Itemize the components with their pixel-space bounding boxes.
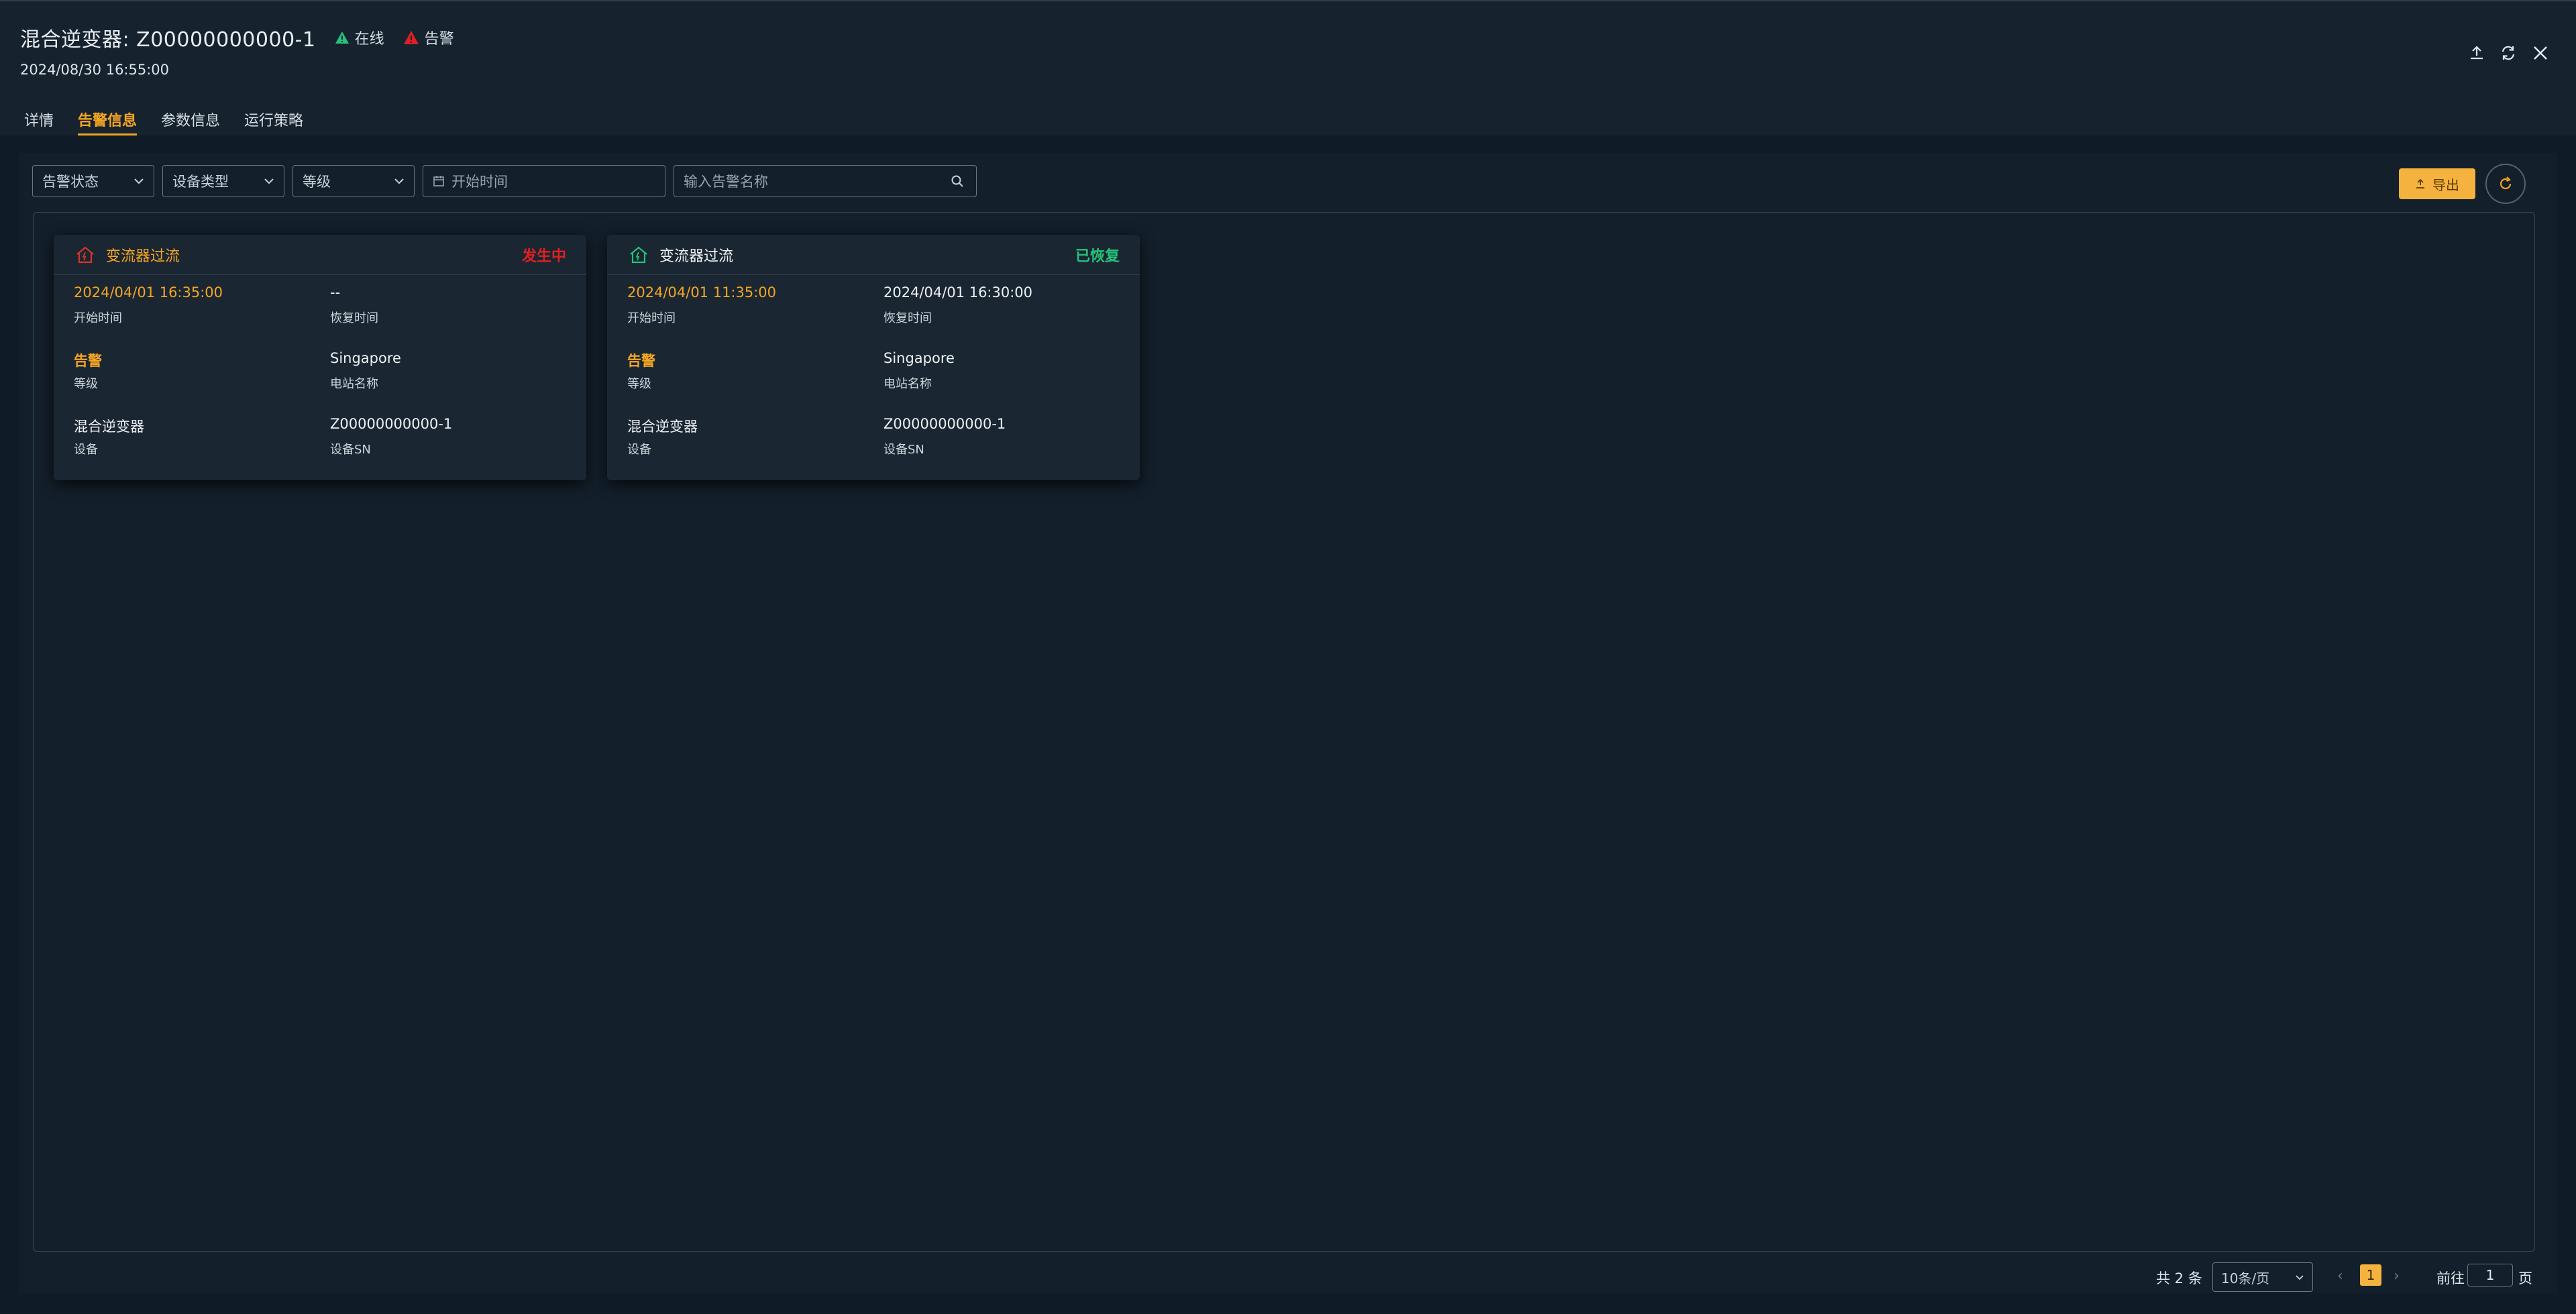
alarm-status-label: 告警 bbox=[424, 31, 454, 48]
alarm-name: 变流器过流 bbox=[75, 244, 180, 266]
sn-field: Z00000000000-1 设备SN bbox=[330, 416, 572, 457]
level-label: 等级 bbox=[627, 377, 651, 391]
datetime: 2024/08/30 16:55:00 bbox=[20, 62, 170, 78]
level-select-label: 等级 bbox=[303, 174, 331, 190]
station-value: Singapore bbox=[330, 350, 401, 366]
refresh-icon bbox=[2500, 176, 2512, 190]
level-label: 等级 bbox=[74, 377, 98, 391]
level-field: 告警 等级 bbox=[627, 350, 869, 392]
station-label: 电站名称 bbox=[883, 377, 932, 391]
online-status-label: 在线 bbox=[354, 31, 384, 48]
prev-page-icon[interactable]: ‹ bbox=[2337, 1268, 2343, 1284]
start-time-value: 2024/04/01 11:35:00 bbox=[627, 284, 777, 300]
title-row: 混合逆变器: Z00000000000-1 在线 告警 bbox=[20, 24, 454, 52]
device-field: 混合逆变器 设备 bbox=[627, 416, 869, 457]
alarm-name-label: 变流器过流 bbox=[106, 248, 180, 265]
sn-label: 设备SN bbox=[330, 443, 371, 457]
level-select[interactable]: 等级 bbox=[292, 165, 415, 197]
alarm-status-select-label: 告警状态 bbox=[42, 174, 99, 190]
alarm-warning-icon bbox=[403, 31, 419, 44]
station-field: Singapore 电站名称 bbox=[883, 350, 1125, 392]
alarm-status-badge: 已恢复 bbox=[1075, 248, 1120, 265]
alarm-name-label: 变流器过流 bbox=[659, 248, 734, 265]
search-icon[interactable] bbox=[951, 174, 964, 188]
chevron-down-icon bbox=[264, 178, 274, 184]
chevron-down-icon bbox=[2296, 1274, 2304, 1280]
next-page-icon[interactable]: › bbox=[2394, 1268, 2400, 1284]
chevron-down-icon bbox=[394, 178, 404, 184]
goto-page-input[interactable]: 1 bbox=[2467, 1264, 2513, 1286]
device-value: 混合逆变器 bbox=[627, 419, 698, 435]
refresh-button[interactable] bbox=[2485, 164, 2526, 204]
recover-time-label: 恢复时间 bbox=[330, 311, 378, 325]
alarm-name: 变流器过流 bbox=[629, 244, 733, 266]
level-field: 告警 等级 bbox=[74, 350, 315, 392]
station-label: 电站名称 bbox=[330, 377, 378, 391]
recover-time-field: 2024/04/01 16:30:00 恢复时间 bbox=[883, 284, 1125, 326]
page-title: 混合逆变器: Z00000000000-1 bbox=[20, 28, 316, 52]
start-time-field: 2024/04/01 11:35:00 开始时间 bbox=[627, 284, 869, 326]
sn-label: 设备SN bbox=[883, 443, 924, 457]
upload-icon[interactable] bbox=[2469, 45, 2485, 61]
sn-field: Z00000000000-1 设备SN bbox=[883, 416, 1125, 457]
export-icon bbox=[2416, 178, 2424, 188]
recover-time-value: -- bbox=[330, 284, 341, 300]
page-word: 页 bbox=[2518, 1270, 2532, 1286]
level-value: 告警 bbox=[74, 353, 102, 369]
tab-details[interactable]: 详情 bbox=[24, 109, 54, 135]
pagination: 共 2 条 10条/页 ‹ 1 › 前往 1 页 bbox=[0, 1262, 2576, 1292]
alarm-card-header: 变流器过流 已恢复 bbox=[607, 235, 1140, 275]
recover-time-value: 2024/04/01 16:30:00 bbox=[883, 284, 1033, 300]
start-time-input[interactable]: 开始时间 bbox=[423, 165, 665, 197]
tab-run-strategy[interactable]: 运行策略 bbox=[244, 109, 303, 135]
export-button-label: 导出 bbox=[2432, 176, 2459, 193]
alarm-card[interactable]: 变流器过流 已恢复 2024/04/01 11:35:00 开始时间 2024/… bbox=[607, 235, 1140, 480]
calendar-icon bbox=[433, 176, 444, 186]
search-placeholder: 输入告警名称 bbox=[684, 174, 768, 190]
alarm-house-icon bbox=[76, 246, 94, 263]
tab-parameters[interactable]: 参数信息 bbox=[161, 109, 220, 135]
total-count: 共 2 条 bbox=[2156, 1270, 2202, 1286]
export-button[interactable]: 导出 bbox=[2399, 168, 2475, 199]
alarm-card[interactable]: 变流器过流 发生中 2024/04/01 16:35:00 开始时间 -- 恢复… bbox=[54, 235, 586, 480]
recover-time-label: 恢复时间 bbox=[883, 311, 932, 325]
device-field: 混合逆变器 设备 bbox=[74, 416, 315, 457]
page-size-label: 10条/页 bbox=[2221, 1270, 2270, 1286]
start-time-field: 2024/04/01 16:35:00 开始时间 bbox=[74, 284, 315, 326]
online-warning-icon bbox=[335, 32, 349, 44]
device-label: 设备 bbox=[627, 443, 651, 457]
alarm-card-header: 变流器过流 发生中 bbox=[54, 235, 586, 275]
header: 混合逆变器: Z00000000000-1 在线 告警 2024/08/30 1… bbox=[0, 1, 2576, 135]
device-label: 设备 bbox=[74, 443, 98, 457]
chevron-down-icon bbox=[134, 178, 144, 184]
alarm-status-badge: 发生中 bbox=[521, 248, 566, 265]
filter-bar: 告警状态 设备类型 等级 开始时间 输入告警名称 bbox=[32, 165, 977, 197]
online-status: 在线 bbox=[335, 27, 384, 48]
station-value: Singapore bbox=[883, 350, 955, 366]
alarm-status-select[interactable]: 告警状态 bbox=[32, 165, 154, 197]
close-icon[interactable] bbox=[2532, 44, 2549, 62]
alarm-status: 告警 bbox=[403, 27, 454, 48]
page-size-select[interactable]: 10条/页 bbox=[2212, 1262, 2313, 1292]
alarm-house-icon bbox=[630, 246, 647, 263]
tab-alarm-info[interactable]: 告警信息 bbox=[78, 109, 138, 135]
recover-time-field: -- 恢复时间 bbox=[330, 284, 572, 326]
level-value: 告警 bbox=[627, 353, 655, 369]
station-field: Singapore 电站名称 bbox=[330, 350, 572, 392]
start-time-placeholder: 开始时间 bbox=[451, 174, 508, 190]
start-time-label: 开始时间 bbox=[74, 311, 122, 325]
device-type-select-label: 设备类型 bbox=[172, 174, 229, 190]
start-time-value: 2024/04/01 16:35:00 bbox=[74, 284, 223, 300]
sn-value: Z00000000000-1 bbox=[330, 416, 453, 432]
tab-bar: 详情 告警信息 参数信息 运行策略 bbox=[24, 109, 327, 135]
page-number-current[interactable]: 1 bbox=[2360, 1264, 2381, 1286]
device-value: 混合逆变器 bbox=[74, 419, 144, 435]
window-controls bbox=[2454, 44, 2549, 62]
device-type-select[interactable]: 设备类型 bbox=[162, 165, 284, 197]
sn-value: Z00000000000-1 bbox=[883, 416, 1006, 432]
sync-icon[interactable] bbox=[2500, 44, 2517, 62]
goto-label: 前往 bbox=[2436, 1270, 2465, 1286]
start-time-label: 开始时间 bbox=[627, 311, 676, 325]
alarm-name-search-input[interactable]: 输入告警名称 bbox=[674, 165, 977, 197]
